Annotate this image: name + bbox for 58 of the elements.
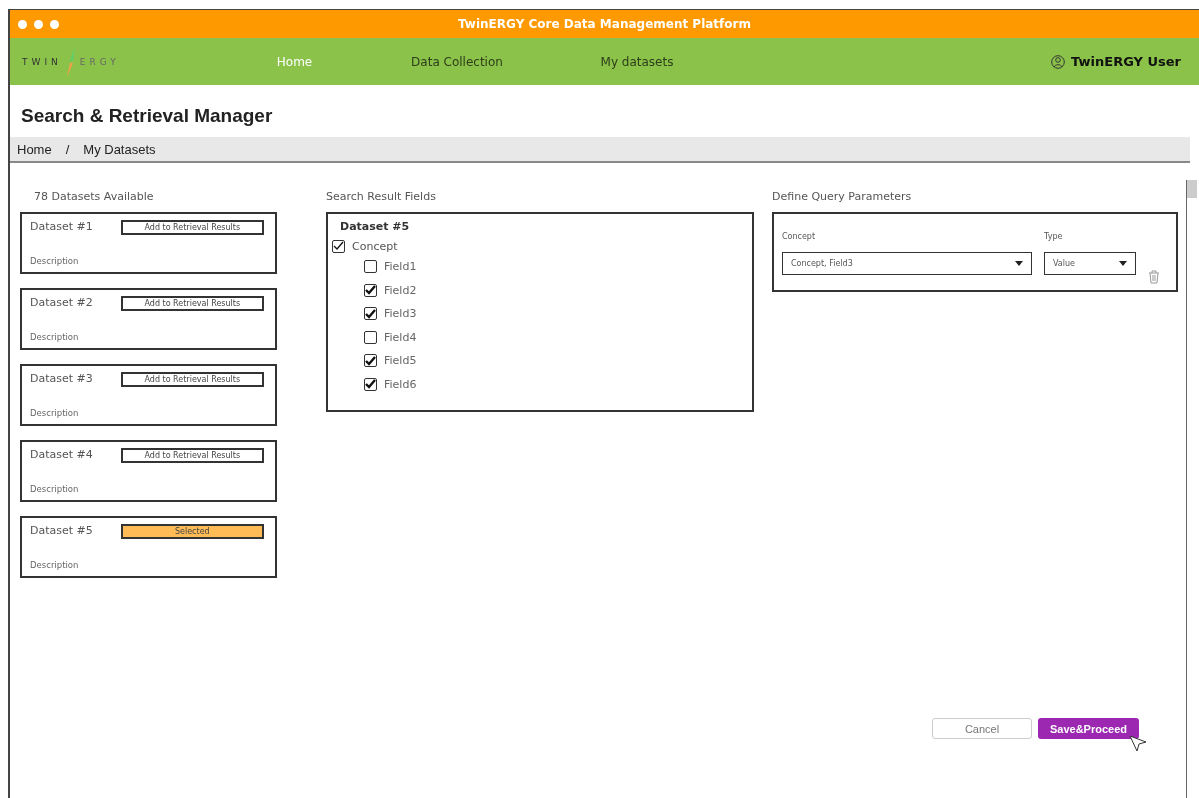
dataset-description: Description (30, 332, 80, 342)
breadcrumb-link[interactable]: Home (17, 141, 52, 157)
window-dot-icon[interactable] (18, 19, 27, 29)
nav-tab[interactable]: Data Collection (367, 54, 547, 69)
caret-icon (1015, 261, 1023, 266)
logo-text: ERGY (79, 56, 120, 67)
cursor-icon (1129, 735, 1147, 753)
type-dropdown[interactable]: Value (1044, 252, 1136, 275)
window-dot-icon[interactable] (34, 19, 43, 29)
checkbox[interactable] (332, 239, 345, 253)
dataset-description: Description (30, 484, 80, 494)
bolt-icon (65, 46, 76, 77)
section-heading: Define Query Parameters (772, 190, 912, 203)
checkbox-label: Concept (352, 239, 398, 253)
checkbox-label: Field4 (384, 330, 417, 344)
concept-dropdown[interactable]: Concept, Field3 (782, 252, 1032, 275)
dataset-description: Description (30, 560, 80, 570)
window-title: TwinERGY Core Data Management Platform (458, 17, 751, 31)
user-name[interactable]: TwinERGY User (1071, 54, 1181, 69)
checkbox[interactable] (364, 307, 377, 321)
dataset-title: Dataset #5 (340, 220, 410, 233)
logo-text: TWIN (22, 56, 62, 67)
cancel-button[interactable]: Cancel (932, 718, 1032, 739)
breadcrumb-link[interactable]: My Datasets (83, 141, 156, 157)
trash-icon[interactable] (1148, 270, 1160, 284)
dataset-description: Description (30, 256, 80, 266)
checkbox-label: Field3 (384, 307, 417, 321)
dataset-name: Dataset #4 (30, 448, 93, 461)
dataset-name: Dataset #1 (30, 220, 93, 233)
page-title: Search & Retrieval Manager (21, 105, 273, 126)
add-button[interactable]: Add to Retrieval Results (120, 296, 264, 311)
caret-icon (1119, 261, 1127, 266)
dataset-name: Dataset #3 (30, 372, 93, 385)
user-icon (1051, 54, 1066, 69)
add-button[interactable]: Add to Retrieval Results (120, 448, 264, 463)
dataset-name: Dataset #2 (30, 296, 93, 309)
dataset-name: Dataset #5 (30, 524, 93, 537)
checkbox-label: Field5 (384, 354, 417, 368)
checkbox-label: Field1 (384, 260, 417, 274)
checkbox[interactable] (364, 377, 377, 391)
window-dot-icon[interactable] (50, 19, 59, 29)
dataset-description: Description (30, 408, 80, 418)
section-heading: 78 Datasets Available (34, 190, 154, 203)
field-label: Concept (782, 232, 816, 241)
add-button[interactable]: Add to Retrieval Results (120, 372, 264, 387)
save-proceed-button[interactable]: Save&Proceed (1038, 718, 1139, 739)
field-label: Type (1044, 232, 1063, 241)
add-button[interactable]: Add to Retrieval Results (120, 220, 264, 235)
checkbox-label: Field2 (384, 283, 417, 297)
checkbox[interactable] (364, 330, 377, 344)
breadcrumb-separator: / (65, 141, 70, 157)
checkbox[interactable] (364, 260, 377, 274)
checkbox-label: Field6 (384, 377, 417, 391)
section-heading: Search Result Fields (326, 190, 436, 203)
checkbox[interactable] (364, 354, 377, 368)
nav-tab[interactable]: My datasets (547, 54, 727, 69)
checkbox[interactable] (364, 283, 377, 297)
add-button[interactable]: Selected (120, 524, 264, 539)
